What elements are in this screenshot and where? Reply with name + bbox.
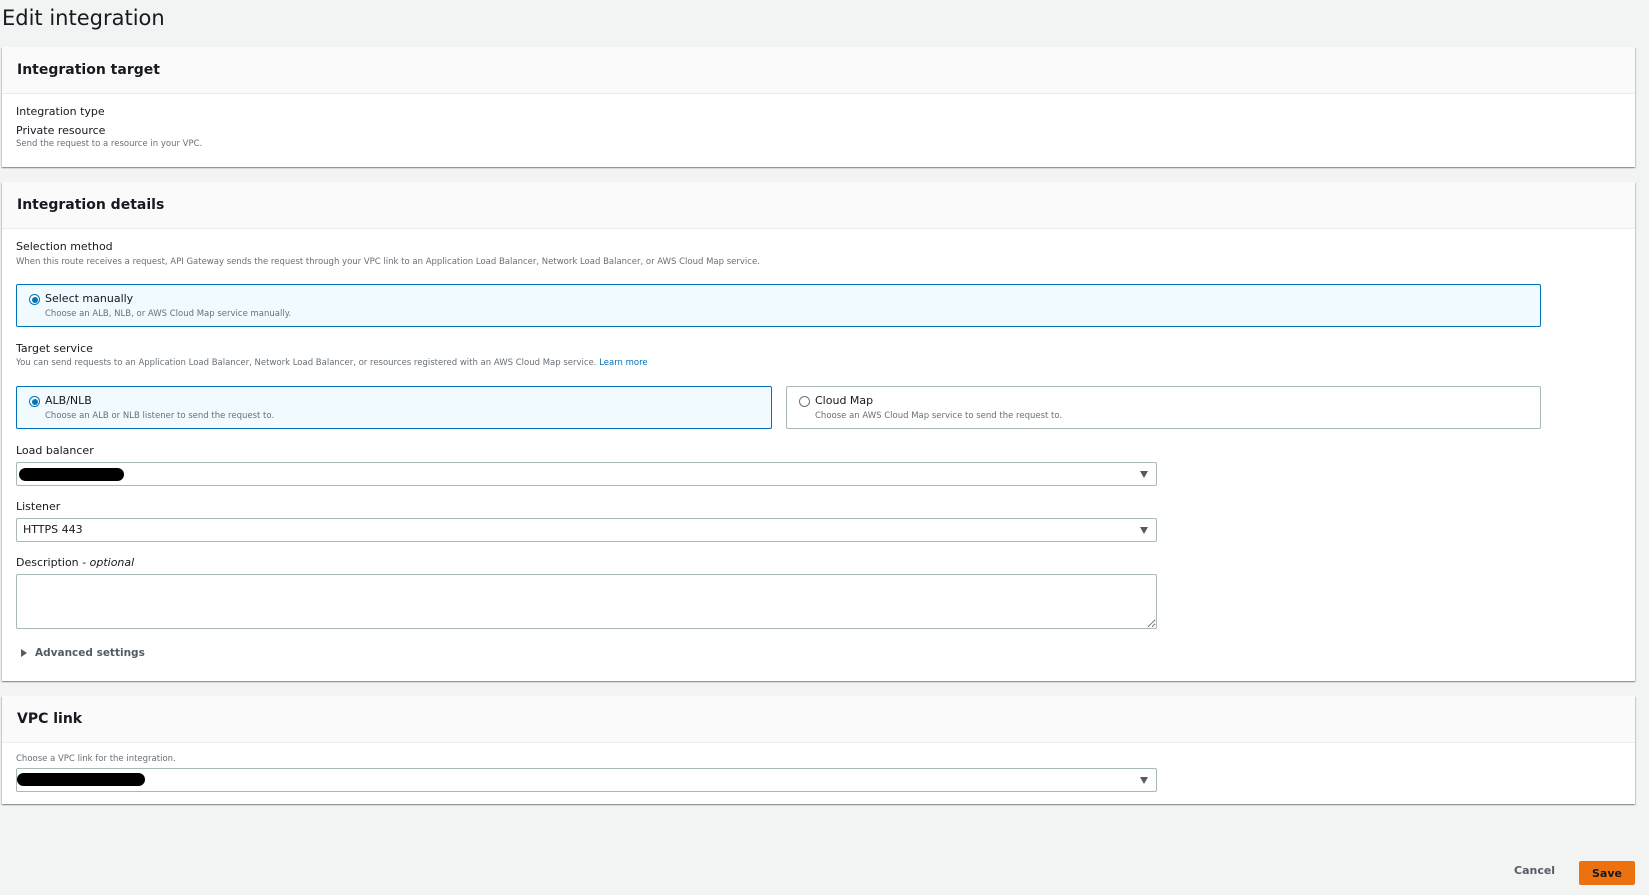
selection-method-desc: When this route receives a request, API … — [16, 257, 760, 267]
alb-nlb-desc: Choose an ALB or NLB listener to send th… — [45, 411, 275, 421]
select-manually-radio[interactable] — [29, 294, 40, 305]
select-manually-label: Select manually — [45, 292, 134, 305]
redaction-mark — [17, 773, 145, 786]
page: Edit integration Integration target Inte… — [0, 0, 1649, 895]
alb-nlb-radio[interactable] — [29, 396, 40, 407]
cancel-button[interactable]: Cancel — [1508, 863, 1561, 878]
caret-right-icon — [21, 649, 27, 657]
learn-more-link[interactable]: Learn more — [599, 358, 647, 368]
vpc-link-header: VPC link — [2, 696, 1635, 743]
redaction-mark — [19, 468, 124, 481]
select-manually-tile[interactable]: Select manually Choose an ALB, NLB, or A… — [16, 284, 1541, 327]
listener-label: Listener — [16, 500, 61, 513]
integration-details-header: Integration details — [2, 182, 1635, 229]
integration-target-header: Integration target — [2, 47, 1635, 94]
load-balancer-select[interactable] — [16, 462, 1157, 486]
listener-value: HTTPS 443 — [23, 523, 83, 536]
cloud-map-radio[interactable] — [799, 396, 810, 407]
target-service-desc: You can send requests to an Application … — [16, 358, 648, 368]
integration-type-value: Private resource — [16, 124, 106, 137]
integration-type-label: Integration type — [16, 105, 105, 118]
integration-details-panel: Integration details Selection method Whe… — [2, 182, 1635, 681]
save-button[interactable]: Save — [1579, 861, 1635, 885]
selection-method-label: Selection method — [16, 240, 113, 253]
vpc-link-heading: VPC link — [17, 711, 83, 727]
cloud-map-label: Cloud Map — [815, 394, 874, 407]
alb-nlb-tile[interactable]: ALB/NLB Choose an ALB or NLB listener to… — [16, 386, 772, 429]
integration-target-heading: Integration target — [17, 62, 160, 78]
listener-select[interactable]: HTTPS 443 — [16, 518, 1157, 542]
advanced-settings-label: Advanced settings — [35, 647, 145, 659]
cloud-map-tile[interactable]: Cloud Map Choose an AWS Cloud Map servic… — [786, 386, 1541, 429]
select-manually-desc: Choose an ALB, NLB, or AWS Cloud Map ser… — [45, 309, 292, 319]
description-textarea[interactable] — [16, 574, 1157, 629]
integration-details-heading: Integration details — [17, 197, 165, 213]
target-service-label: Target service — [16, 342, 93, 355]
integration-type-desc: Send the request to a resource in your V… — [16, 139, 203, 149]
alb-nlb-label: ALB/NLB — [45, 394, 92, 407]
load-balancer-label: Load balancer — [16, 444, 94, 457]
integration-target-panel: Integration target Integration type Priv… — [2, 47, 1635, 167]
target-service-desc-text: You can send requests to an Application … — [16, 358, 597, 368]
vpc-link-panel: VPC link Choose a VPC link for the integ… — [2, 696, 1635, 804]
caret-down-icon — [1140, 777, 1148, 784]
caret-down-icon — [1140, 471, 1148, 478]
description-optional: - optional — [82, 556, 135, 569]
advanced-settings-expander[interactable]: Advanced settings — [21, 647, 145, 659]
description-label-text: Description — [16, 556, 79, 569]
page-title: Edit integration — [2, 6, 165, 30]
cloud-map-desc: Choose an AWS Cloud Map service to send … — [815, 411, 1063, 421]
vpc-link-desc: Choose a VPC link for the integration. — [16, 754, 176, 764]
description-label: Description - optional — [16, 556, 134, 569]
caret-down-icon — [1140, 527, 1148, 534]
vpc-link-select[interactable] — [16, 768, 1157, 792]
